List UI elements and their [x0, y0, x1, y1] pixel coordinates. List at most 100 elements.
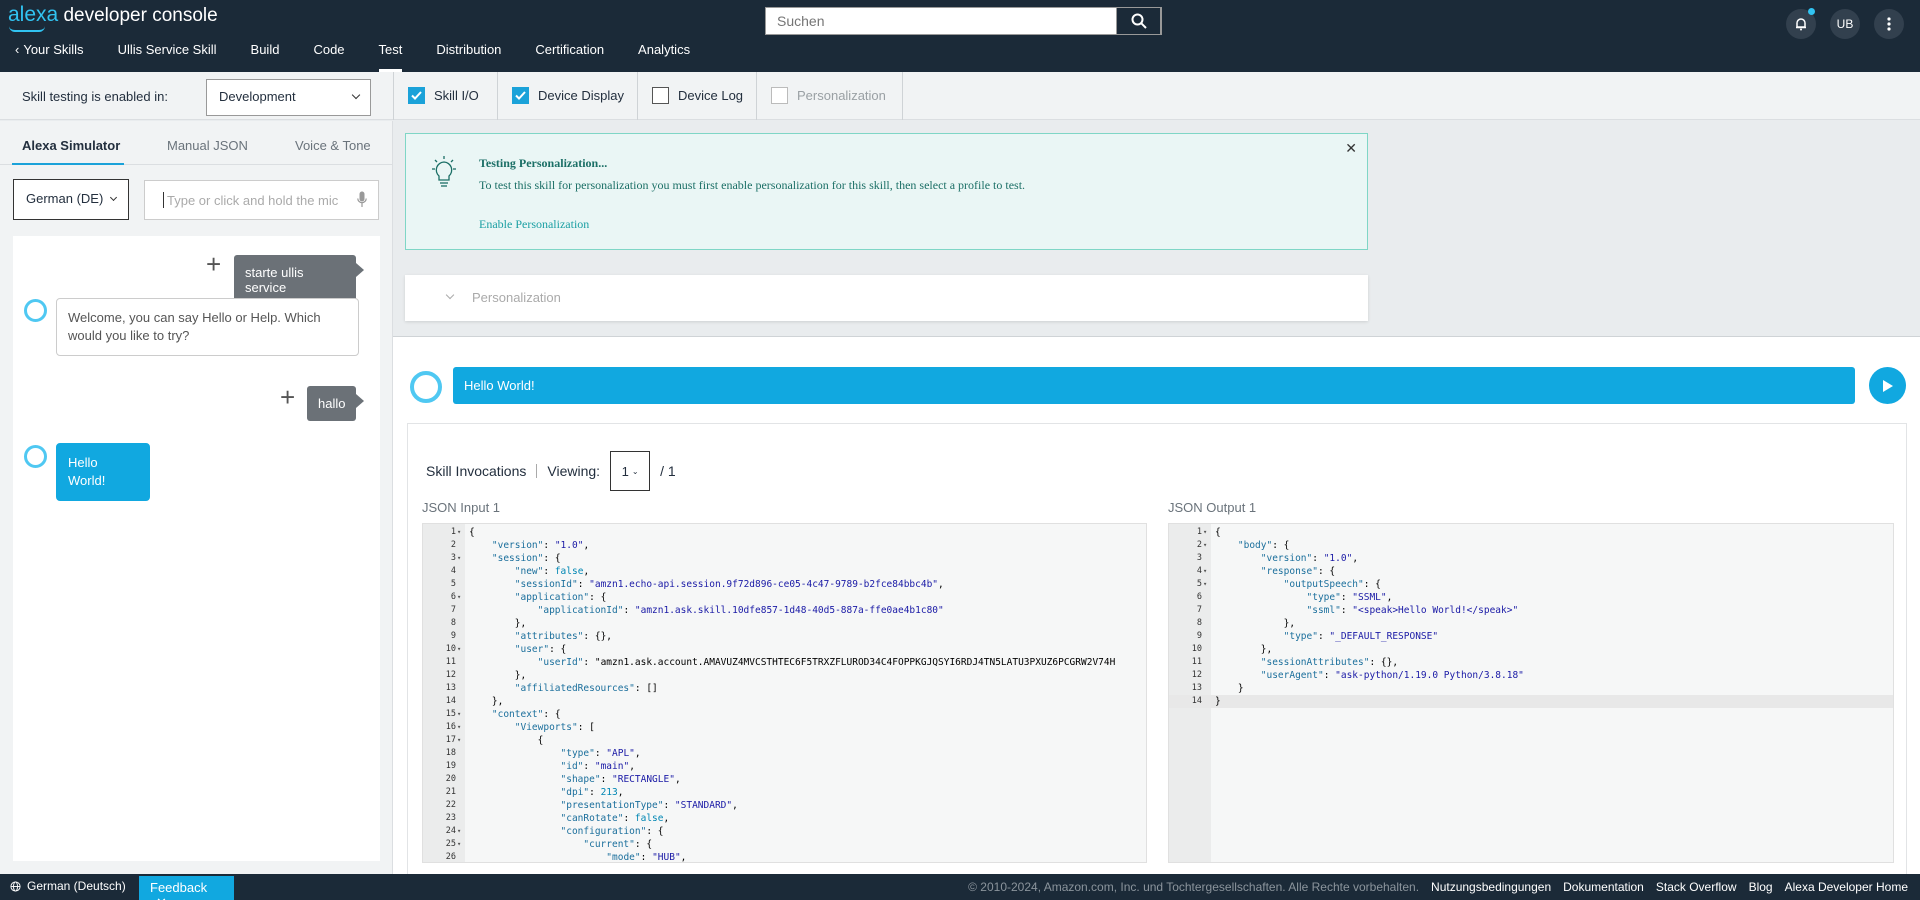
utterance-placeholder: Type or click and hold the mic: [167, 193, 339, 208]
plus-icon[interactable]: +: [206, 249, 221, 280]
nav-item-test[interactable]: Test: [378, 38, 402, 72]
search-box: [765, 7, 1162, 35]
notifications-button[interactable]: [1786, 8, 1816, 39]
search-input[interactable]: [766, 8, 1128, 34]
enable-personalization-link[interactable]: Enable Personalization: [479, 217, 589, 232]
fold-toggle-icon[interactable]: ▾: [1203, 565, 1207, 578]
personalization-collapsible[interactable]: Personalization: [405, 275, 1368, 321]
line-number: 24: [445, 826, 456, 836]
code-line: 17 ▾ {: [423, 734, 1146, 747]
code-text: "Viewports": [: [514, 722, 595, 733]
fold-toggle-icon[interactable]: ▾: [457, 721, 461, 734]
personalization-collapse-label: Personalization: [472, 290, 561, 305]
code-line: 9 "attributes": {},: [423, 630, 1146, 643]
json-input-editor[interactable]: 1 ▾{2 "version": "1.0", 3 ▾ "session": {4 "…: [422, 523, 1147, 863]
fold-toggle-icon[interactable]: ▾: [457, 526, 461, 539]
footer-language-switch[interactable]: German (Deutsch): [10, 879, 126, 893]
plus-icon[interactable]: +: [280, 382, 295, 413]
device-display-checkbox[interactable]: [512, 87, 529, 104]
line-number: 2: [1196, 540, 1202, 550]
search-button[interactable]: [1116, 7, 1161, 35]
nav-back-your-skills[interactable]: ‹ Your Skills: [15, 38, 84, 72]
checkmark-icon: [411, 91, 422, 100]
personalization-checkbox: [771, 87, 788, 104]
code-text: },: [469, 696, 504, 707]
skill-io-checkbox[interactable]: [408, 87, 425, 104]
device-display-label: Device Display: [538, 88, 624, 103]
language-select[interactable]: German (DE): [13, 179, 129, 220]
fold-toggle-icon[interactable]: ▾: [457, 708, 461, 721]
fold-toggle-icon[interactable]: ▾: [457, 825, 461, 838]
footer-link-stack-overflow[interactable]: Stack Overflow: [1656, 880, 1737, 894]
user-utterance-bubble[interactable]: hallo: [307, 386, 364, 421]
line-number: 14: [1191, 696, 1202, 706]
code-text: "type": "APL",: [560, 748, 641, 759]
fold-toggle-icon[interactable]: ▾: [457, 838, 461, 851]
fold-toggle-icon[interactable]: ▾: [457, 734, 461, 747]
user-avatar[interactable]: UB: [1830, 9, 1860, 39]
code-line: 14 },: [423, 695, 1146, 708]
code-line: 12 },: [423, 669, 1146, 682]
device-log-checkbox[interactable]: [652, 87, 669, 104]
conversation-area: + starte ullis service Welcome, you can …: [13, 236, 380, 861]
code-text: "user": {: [514, 644, 567, 655]
code-line: 13 "affiliatedResources": []: [423, 682, 1146, 695]
globe-icon: [10, 880, 21, 892]
footer-link-blog[interactable]: Blog: [1749, 880, 1773, 894]
skill-io-label: Skill I/O: [434, 88, 479, 103]
play-button[interactable]: [1869, 367, 1906, 404]
line-number: 21: [445, 787, 456, 797]
fold-toggle-icon[interactable]: ▾: [457, 643, 461, 656]
close-icon[interactable]: ✕: [1345, 140, 1357, 157]
alexa-ring-icon: [24, 299, 47, 322]
tab-manual-json[interactable]: Manual JSON: [167, 138, 248, 153]
test-output-panel: Testing Personalization... To test this …: [393, 121, 1920, 883]
microphone-icon[interactable]: [357, 191, 367, 211]
line-number: 18: [445, 748, 456, 758]
nav-item-analytics[interactable]: Analytics: [638, 38, 690, 72]
feedback-button[interactable]: Feedback ✕: [139, 876, 234, 900]
code-line: 5 "sessionId": "amzn1.echo-api.session.9…: [423, 578, 1146, 591]
nav-item-distribution[interactable]: Distribution: [436, 38, 501, 72]
close-icon[interactable]: ✕: [156, 895, 167, 900]
code-text: "ssml": "<speak>Hello World!</speak>": [1306, 605, 1519, 616]
code-line: 6 ▾ "application": {: [423, 591, 1146, 604]
code-text: "affiliatedResources": []: [514, 683, 658, 694]
skill-io-toggle[interactable]: Skill I/O: [408, 87, 479, 104]
line-number: 15: [445, 709, 456, 719]
toolbar-divider: [393, 72, 394, 120]
fold-toggle-icon[interactable]: ▾: [1203, 526, 1207, 539]
nav-item-certification[interactable]: Certification: [535, 38, 604, 72]
line-number: 13: [1191, 683, 1202, 693]
json-output-editor[interactable]: 1 ▾{2 ▾ "body": {3 "version": "1.0", 4 ▾ "re…: [1168, 523, 1894, 863]
line-number: 1: [450, 527, 456, 537]
code-line: 15 ▾ "context": {: [423, 708, 1146, 721]
feedback-label: Feedback: [150, 880, 208, 895]
nav-item-skill-name[interactable]: Ullis Service Skill: [118, 38, 217, 72]
line-number: 16: [445, 722, 456, 732]
device-display-toggle[interactable]: Device Display: [512, 87, 624, 104]
alexa-developer-console-logo[interactable]: alexa developer console: [8, 3, 218, 32]
viewing-select[interactable]: 1 ⌄: [610, 451, 651, 491]
tab-voice-and-tone[interactable]: Voice & Tone: [295, 138, 371, 153]
footer-link-docs[interactable]: Dokumentation: [1563, 880, 1644, 894]
page-footer: German (Deutsch) Feedback ✕ © 2010-2024,…: [0, 874, 1920, 900]
fold-toggle-icon[interactable]: ▾: [457, 591, 461, 604]
nav-item-code[interactable]: Code: [313, 38, 344, 72]
fold-toggle-icon[interactable]: ▾: [1203, 539, 1207, 552]
testing-enabled-label: Skill testing is enabled in:: [22, 89, 168, 104]
play-icon: [1882, 379, 1893, 392]
fold-toggle-icon[interactable]: ▾: [1203, 578, 1207, 591]
device-log-toggle[interactable]: Device Log: [652, 87, 743, 104]
fold-toggle-icon[interactable]: ▾: [457, 552, 461, 565]
nav-item-build[interactable]: Build: [251, 38, 280, 72]
footer-link-terms[interactable]: Nutzungsbedingungen: [1431, 880, 1551, 894]
utterance-input[interactable]: Type or click and hold the mic: [144, 180, 379, 220]
stage-select[interactable]: Development: [206, 79, 371, 116]
alexa-ring-icon: [24, 445, 47, 468]
line-number: 14: [445, 696, 456, 706]
tab-alexa-simulator[interactable]: Alexa Simulator: [22, 138, 120, 153]
more-menu-button[interactable]: [1874, 9, 1904, 39]
footer-link-alexa-home[interactable]: Alexa Developer Home: [1785, 880, 1908, 894]
code-text: "sessionId": "amzn1.echo-api.session.9f7…: [514, 579, 944, 590]
